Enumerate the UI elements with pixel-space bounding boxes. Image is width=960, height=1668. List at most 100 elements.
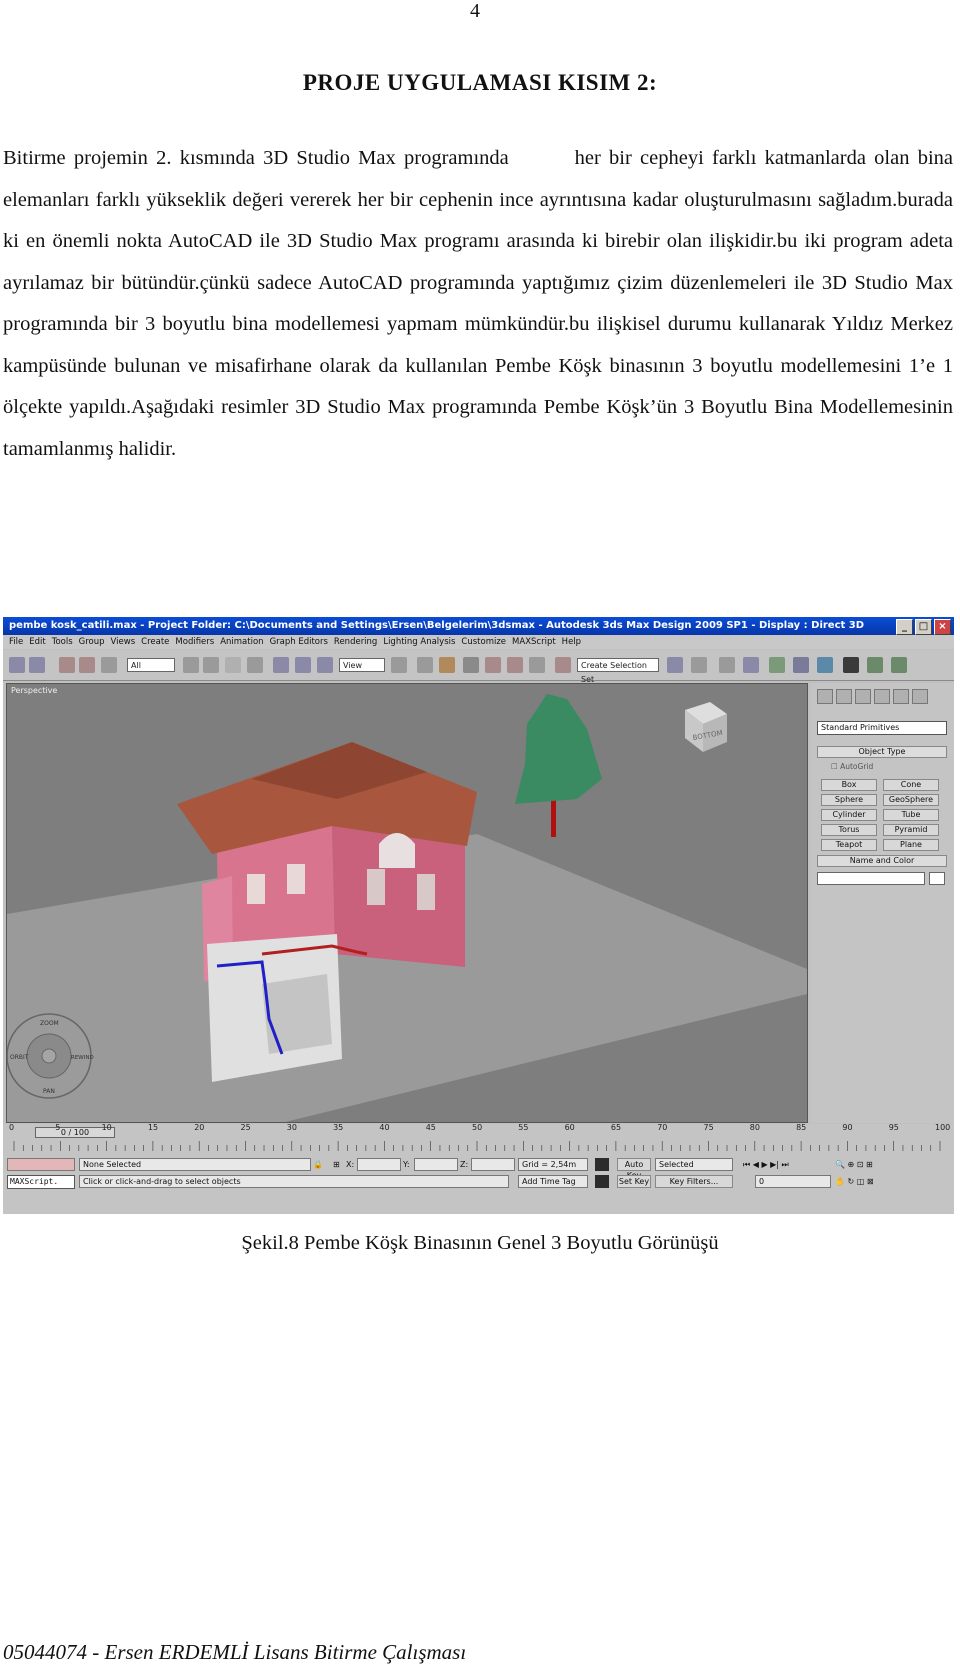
track-tick-label: 85 [796,1123,807,1132]
region-select-icon[interactable] [225,657,241,673]
menu-item-edit[interactable]: Edit [29,637,45,647]
menu-item-customize[interactable]: Customize [461,637,506,647]
quick-render-icon[interactable] [891,657,907,673]
menu-item-graph-editors[interactable]: Graph Editors [270,637,328,647]
absolute-mode-icon[interactable]: ⊞ [333,1158,340,1171]
material-editor-icon[interactable] [817,657,833,673]
scale-icon[interactable] [317,657,333,673]
primitive-category-dropdown[interactable]: Standard Primitives [817,721,947,735]
curve-editor-icon[interactable] [769,657,785,673]
menu-item-help[interactable]: Help [562,637,581,647]
x-coord-label: X: [346,1160,355,1169]
track-tick-label: 70 [657,1123,668,1132]
tube-button[interactable]: Tube [883,809,939,821]
pivot-center-icon[interactable] [391,657,407,673]
sphere-button[interactable]: Sphere [821,794,877,806]
utilities-tab-icon[interactable] [912,689,928,704]
object-name-input[interactable] [817,872,925,885]
menu-item-views[interactable]: Views [111,637,136,647]
graphite-ribbon-icon[interactable] [743,657,759,673]
track-tick-label: 0 [9,1123,15,1132]
viewport-nav-controls-2[interactable]: ✋ ↻ ◫ ⊠ [835,1175,874,1188]
z-coord-field[interactable] [471,1158,515,1171]
display-tab-icon[interactable] [893,689,909,704]
track-bar[interactable] [6,1141,948,1153]
set-key-icon[interactable] [595,1175,609,1188]
menu-item-create[interactable]: Create [141,637,169,647]
move-icon[interactable] [273,657,289,673]
playback-controls[interactable]: ⏮ ◀ ▶ ▶| ⏭ [743,1158,789,1171]
auto-key-button[interactable]: Auto Key [617,1158,651,1180]
menu-item-file[interactable]: File [9,637,23,647]
viewport-nav-controls[interactable]: 🔍 ⊕ ⊡ ⊞ [835,1158,873,1171]
current-frame-field[interactable]: 0 [755,1175,831,1188]
undo-icon[interactable] [9,657,25,673]
render-setup-icon[interactable] [843,657,859,673]
snap-toggle-icon[interactable] [463,657,479,673]
set-key-mode-icon[interactable] [595,1158,609,1171]
percent-snap-icon[interactable] [507,657,523,673]
maximize-button[interactable]: □ [915,619,932,635]
reference-coord-dropdown[interactable]: View [339,658,385,672]
window-crossing-icon[interactable] [247,657,263,673]
box-button[interactable]: Box [821,779,877,791]
geosphere-button[interactable]: GeoSphere [883,794,939,806]
minimize-button[interactable]: _ [896,619,913,635]
menu-item-lighting-analysis[interactable]: Lighting Analysis [383,637,455,647]
render-frame-icon[interactable] [867,657,883,673]
close-button[interactable]: × [934,619,951,635]
key-mode-dropdown[interactable]: Selected [655,1158,733,1171]
align-icon[interactable] [691,657,707,673]
bind-spacewarp-icon[interactable] [101,657,117,673]
add-time-tag[interactable]: Add Time Tag [518,1175,588,1188]
edit-named-selection-icon[interactable] [555,657,571,673]
unlink-icon[interactable] [79,657,95,673]
tree-trunk [551,799,556,837]
object-type-rollout[interactable]: Object Type [817,746,947,758]
x-coord-field[interactable] [357,1158,401,1171]
maxscript-listener-mini[interactable] [7,1158,75,1171]
motion-tab-icon[interactable] [874,689,890,704]
select-object-icon[interactable] [183,657,199,673]
link-icon[interactable] [59,657,75,673]
name-color-rollout[interactable]: Name and Color [817,855,947,867]
lock-selection-icon[interactable]: 🔒 [313,1158,323,1171]
mirror-icon[interactable] [667,657,683,673]
cone-button[interactable]: Cone [883,779,939,791]
spinner-snap-icon[interactable] [529,657,545,673]
named-selection-dropdown[interactable]: Create Selection Set [577,658,659,684]
menu-item-rendering[interactable]: Rendering [334,637,377,647]
selection-filter-dropdown[interactable]: All [127,658,175,672]
track-tick-label: 90 [842,1123,853,1132]
teapot-button[interactable]: Teapot [821,839,877,851]
rotate-icon[interactable] [295,657,311,673]
menu-item-tools[interactable]: Tools [52,637,73,647]
menu-item-modifiers[interactable]: Modifiers [175,637,214,647]
angle-snap-icon[interactable] [485,657,501,673]
layer-manager-icon[interactable] [719,657,735,673]
y-coord-field[interactable] [414,1158,458,1171]
perspective-viewport[interactable]: Perspective BOTTOM ZOOM PAN ORBIT REWIND [6,683,808,1123]
plane-button[interactable]: Plane [883,839,939,851]
cylinder-button[interactable]: Cylinder [821,809,877,821]
key-filters-button[interactable]: Key Filters... [655,1175,733,1188]
menu-item-animation[interactable]: Animation [220,637,263,647]
object-color-swatch[interactable] [929,872,945,885]
create-tab-icon[interactable] [817,689,833,704]
hierarchy-tab-icon[interactable] [855,689,871,704]
menu-item-maxscript[interactable]: MAXScript [512,637,556,647]
select-by-name-icon[interactable] [203,657,219,673]
maxscript-input[interactable]: MAXScript. [7,1175,75,1189]
menu-item-group[interactable]: Group [79,637,105,647]
torus-button[interactable]: Torus [821,824,877,836]
keyboard-shortcut-icon[interactable] [439,657,455,673]
schematic-view-icon[interactable] [793,657,809,673]
modify-tab-icon[interactable] [836,689,852,704]
redo-icon[interactable] [29,657,45,673]
autogrid-checkbox[interactable]: ☐ AutoGrid [831,762,873,771]
pyramid-button[interactable]: Pyramid [883,824,939,836]
track-tick-label: 5 [55,1123,61,1132]
set-key-button[interactable]: Set Key [617,1175,651,1188]
select-manipulate-icon[interactable] [417,657,433,673]
track-tick-label: 15 [147,1123,159,1132]
